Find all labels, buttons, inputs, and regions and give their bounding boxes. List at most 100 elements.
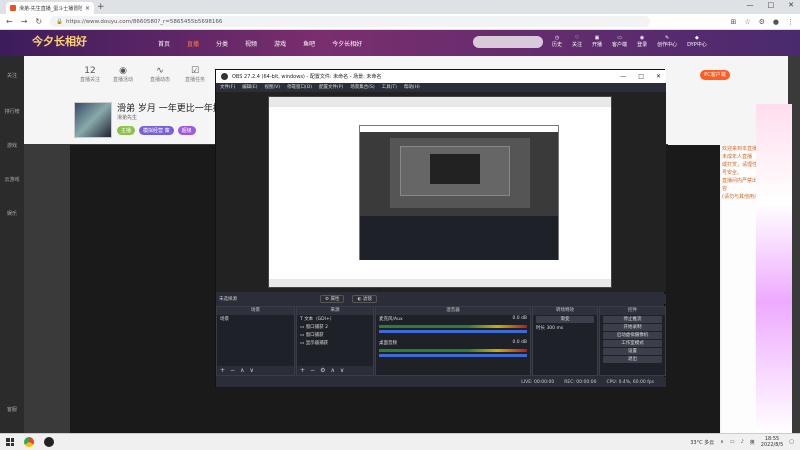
bookmark-star-icon[interactable]: ☆: [744, 18, 750, 26]
source-up-icon[interactable]: ∧: [330, 367, 334, 374]
room-tag[interactable]: 主播: [117, 126, 136, 135]
volume-slider[interactable]: [379, 330, 527, 333]
menu-docks[interactable]: 停靠窗口(D): [287, 84, 312, 91]
chrome-taskbar-icon[interactable]: [24, 437, 34, 447]
dyp-button[interactable]: ◆ DYP中心: [687, 35, 707, 49]
volume-slider[interactable]: [379, 354, 527, 357]
close-tab-icon[interactable]: ×: [85, 5, 90, 12]
filters-button[interactable]: ◐ 滤镜: [352, 295, 377, 303]
nav-category[interactable]: 分类: [216, 39, 228, 48]
source-settings-icon[interactable]: ⚙: [320, 367, 325, 374]
source-item[interactable]: ▭ 窗口捕获: [297, 331, 373, 339]
live-time: LIVE: 00:00:00: [521, 379, 555, 385]
weather[interactable]: 33°C 多云: [690, 439, 714, 446]
source-item[interactable]: T 文本（GDI+）: [297, 315, 373, 323]
streamer-name[interactable]: 滑弟先生: [117, 114, 137, 121]
translate-icon[interactable]: ⊞: [730, 18, 736, 26]
remove-scene-icon[interactable]: −: [230, 367, 235, 374]
scene-down-icon[interactable]: ∨: [249, 367, 253, 374]
sidebar-item-cloud[interactable]: 云游戏: [0, 176, 24, 183]
source-down-icon[interactable]: ∨: [340, 367, 344, 374]
obs-maximize-button[interactable]: □: [638, 73, 644, 80]
stop-streaming-button[interactable]: 停止推流: [603, 316, 662, 323]
nav-games[interactable]: 游戏: [274, 39, 286, 48]
room-tag[interactable]: 超级: [177, 126, 196, 135]
close-window-button[interactable]: ✕: [788, 1, 794, 9]
stat-task[interactable]: ☑ 直播任务: [185, 66, 205, 83]
menu-help[interactable]: 帮助(H): [404, 84, 420, 91]
obs-close-button[interactable]: ✕: [656, 73, 661, 80]
menu-profile[interactable]: 配置文件(P): [319, 84, 343, 91]
scene-up-icon[interactable]: ∧: [240, 367, 244, 374]
browser-tab[interactable]: 滑弟-先生直播_蛋斗士播冒险... ×: [6, 2, 94, 14]
creator-button[interactable]: ✎ 创作中心: [657, 35, 677, 49]
nav-live[interactable]: 直播: [187, 39, 199, 48]
sidebar-item-service[interactable]: 客服: [0, 406, 24, 413]
duration-field[interactable]: 时长 300 ms: [533, 324, 597, 332]
stat-follow[interactable]: 12 直播关注: [80, 66, 100, 83]
transition-select[interactable]: 渐变: [536, 316, 594, 323]
nav-yuba[interactable]: 鱼吧: [303, 39, 315, 48]
client-button[interactable]: ▭ 客户端: [612, 35, 627, 49]
follow-button[interactable]: ♡ 关注: [572, 35, 582, 49]
nested-browser-bar: [269, 97, 611, 107]
menu-view[interactable]: 视图(V): [264, 84, 280, 91]
menu-scene-collection[interactable]: 场景集合(S): [350, 84, 374, 91]
notification-icon[interactable]: ▢: [789, 439, 794, 445]
profile-icon[interactable]: ●: [773, 18, 779, 26]
properties-button[interactable]: ⚙ 属性: [320, 295, 345, 303]
broadcast-button[interactable]: ▣ 开播: [592, 35, 602, 49]
minimize-button[interactable]: —: [747, 1, 754, 9]
history-button[interactable]: ◷ 历史: [552, 35, 562, 49]
new-tab-button[interactable]: +: [97, 2, 105, 12]
sidebar-item-follow[interactable]: 关注: [0, 72, 24, 79]
clock[interactable]: 18:55 2022/8/5: [761, 436, 783, 448]
streamer-avatar[interactable]: [74, 102, 112, 138]
menu-tools[interactable]: 工具(T): [382, 84, 397, 91]
add-scene-icon[interactable]: +: [220, 367, 225, 374]
remove-source-icon[interactable]: −: [310, 367, 315, 374]
reload-icon[interactable]: ↻: [35, 17, 42, 26]
pc-client-button[interactable]: PC客户端: [700, 70, 730, 80]
nav-video[interactable]: 视频: [245, 39, 257, 48]
nav-home[interactable]: 首页: [158, 39, 170, 48]
start-recording-button[interactable]: 开始录制: [603, 324, 662, 331]
room-tag[interactable]: 模拟经营 策: [139, 126, 174, 135]
add-source-icon[interactable]: +: [300, 367, 305, 374]
obs-window[interactable]: OBS 27.2.4 (64-bit, windows) - 配置文件: 未命名…: [215, 69, 666, 387]
scene-item[interactable]: 场景: [217, 315, 294, 323]
obs-minimize-button[interactable]: —: [620, 73, 626, 80]
input-language[interactable]: 英: [750, 439, 755, 446]
sidebar-item-games[interactable]: 游戏: [0, 142, 24, 149]
extensions-icon[interactable]: ⚙: [759, 18, 765, 26]
url-field[interactable]: 🔒 https://www.douyu.com/8660580?_r=586545…: [50, 16, 651, 27]
menu-file[interactable]: 文件(F): [220, 84, 235, 91]
menu-dots-icon[interactable]: ⋮: [787, 18, 794, 26]
menu-edit[interactable]: 编辑(E): [242, 84, 257, 91]
obs-preview[interactable]: [216, 92, 666, 292]
forward-icon[interactable]: →: [21, 17, 28, 26]
sidebar-item-ent[interactable]: 娱乐: [0, 210, 24, 217]
login-button[interactable]: ◉ 登录: [637, 35, 647, 49]
stat-activity[interactable]: ◉ 直播活动: [113, 66, 133, 83]
settings-button[interactable]: 设置: [603, 348, 662, 355]
windows-start-icon[interactable]: [6, 438, 14, 446]
back-icon[interactable]: ←: [6, 17, 13, 26]
volume-icon[interactable]: ♪: [741, 439, 744, 445]
exit-button[interactable]: 退出: [603, 356, 662, 363]
stat-dynamic[interactable]: ∿ 直播动态: [150, 66, 170, 83]
site-search-input[interactable]: [473, 36, 543, 48]
network-icon[interactable]: ▭: [730, 439, 735, 445]
source-item[interactable]: ▭ 显示器捕获: [297, 339, 373, 347]
studio-mode-button[interactable]: 工作室模式: [603, 340, 662, 347]
virtual-camera-button[interactable]: 启动虚拟摄像机: [603, 332, 662, 339]
source-item[interactable]: ▭ 窗口捕获 2: [297, 323, 373, 331]
douyu-logo[interactable]: 今夕长相好: [32, 33, 87, 49]
sidebar-item-rank[interactable]: 排行榜: [0, 108, 24, 115]
nested-obs-window: [359, 125, 559, 260]
ad-column[interactable]: [756, 104, 792, 434]
nav-event[interactable]: 今夕长相好: [332, 39, 362, 48]
tray-chevron-icon[interactable]: ∧: [720, 439, 724, 445]
maximize-button[interactable]: □: [768, 1, 775, 9]
obs-taskbar-icon[interactable]: [44, 437, 54, 447]
